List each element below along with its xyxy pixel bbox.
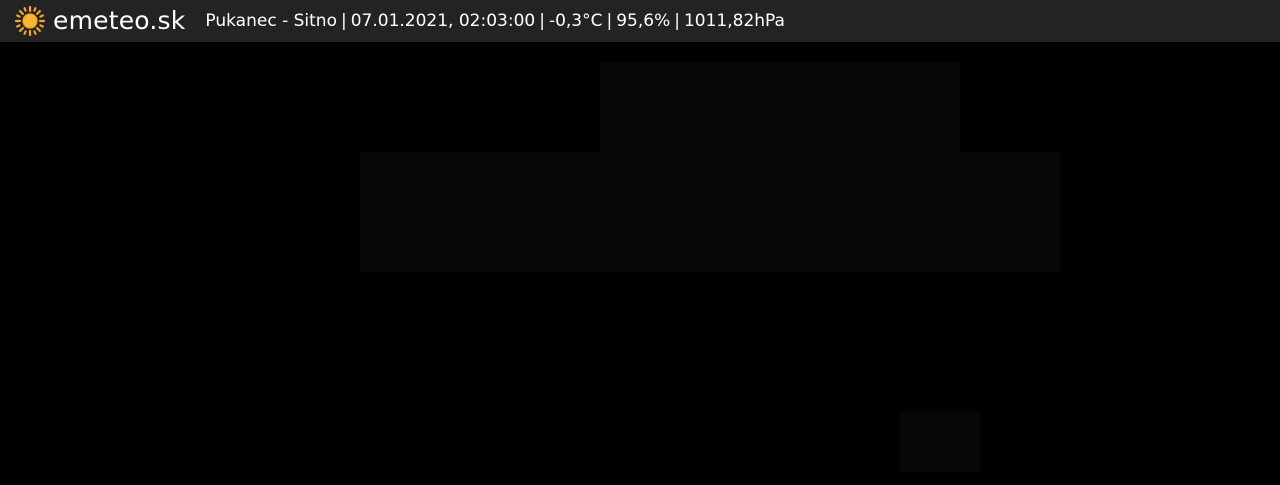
dark-scene-detail — [360, 152, 1060, 272]
weather-info: Pukanec - Sitno | 07.01.2021, 02:03:00 | -0,… — [205, 0, 785, 42]
separator: | — [606, 11, 613, 31]
separator: | — [674, 11, 680, 31]
dark-scene-detail — [900, 412, 980, 472]
sun-icon — [14, 5, 46, 37]
dark-scene-detail — [600, 62, 960, 152]
info-bar: emeteo.sk Pukanec - Sitno | 07.01.2021, 02… — [0, 0, 1280, 42]
separator: | — [539, 11, 545, 31]
pressure-label: 1011,82hPa — [683, 11, 785, 31]
logo: emeteo.sk — [14, 0, 185, 42]
separator: | — [340, 11, 347, 31]
location-label: Pukanec - Sitno — [205, 11, 337, 31]
brand-name[interactable]: emeteo.sk — [53, 0, 185, 42]
datetime-label: 07.01.2021, 02:03:00 — [350, 11, 536, 31]
night-camera-image — [0, 42, 1280, 485]
temperature-label: -0,3°C — [548, 11, 603, 31]
humidity-label: 95,6% — [616, 11, 671, 31]
webcam-frame: emeteo.sk Pukanec - Sitno | 07.01.2021, 02… — [0, 0, 1280, 485]
